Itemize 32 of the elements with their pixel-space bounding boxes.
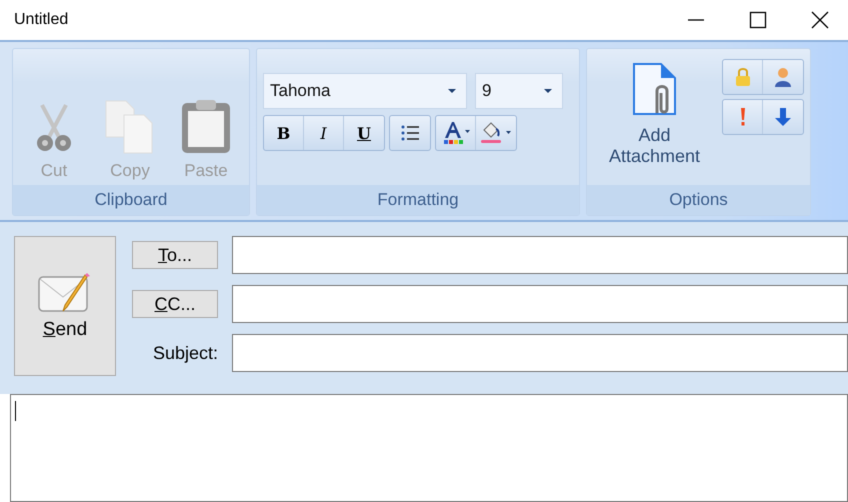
window-title: Untitled bbox=[14, 11, 68, 29]
down-arrow-icon bbox=[775, 107, 791, 127]
group-label: Options bbox=[587, 185, 810, 215]
paint-bucket-icon bbox=[480, 121, 512, 145]
style-button[interactable]: B bbox=[264, 116, 304, 150]
style-button[interactable]: U bbox=[344, 116, 384, 150]
style-button[interactable]: I bbox=[304, 116, 344, 150]
input-field[interactable] bbox=[232, 334, 848, 372]
dropdown-arrow-icon bbox=[448, 89, 456, 93]
group-label: Clipboard bbox=[13, 185, 249, 215]
person-icon bbox=[774, 67, 792, 87]
add-attachment-button[interactable]: Add Attachment bbox=[593, 57, 716, 185]
group-label: Formatting bbox=[257, 185, 579, 215]
input-field[interactable] bbox=[232, 236, 848, 274]
field-label: Subject: bbox=[152, 342, 218, 364]
clipboard-icon bbox=[180, 99, 232, 155]
envelope-pencil-icon bbox=[37, 271, 93, 315]
address-button[interactable]: To... bbox=[132, 241, 218, 269]
dropdown-arrow-icon bbox=[544, 89, 552, 93]
padlock-icon bbox=[734, 67, 750, 87]
list-icon bbox=[401, 125, 419, 141]
paperclip-document-icon bbox=[630, 61, 678, 117]
send-button[interactable]: Send bbox=[14, 236, 116, 376]
input-field[interactable] bbox=[232, 285, 848, 323]
font-color-icon bbox=[442, 121, 470, 145]
address-button[interactable]: CC... bbox=[132, 290, 218, 318]
close-icon[interactable] bbox=[810, 10, 830, 30]
exclamation-icon bbox=[740, 107, 746, 127]
message-body-field[interactable] bbox=[10, 394, 848, 502]
size-dropdown[interactable]: 9 bbox=[475, 73, 563, 109]
maximize-icon[interactable] bbox=[748, 10, 768, 30]
font-dropdown[interactable]: Tahoma bbox=[263, 73, 467, 109]
